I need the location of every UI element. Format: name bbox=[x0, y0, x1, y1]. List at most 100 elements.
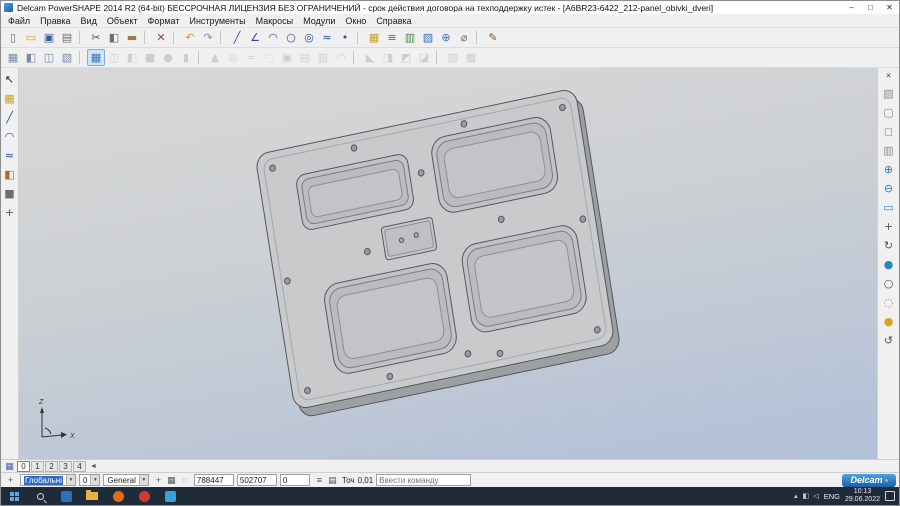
language-indicator[interactable]: ENG bbox=[824, 492, 840, 501]
refresh-view[interactable]: ↺ bbox=[881, 332, 897, 348]
taskbar-app-browser[interactable] bbox=[131, 487, 157, 505]
paste[interactable]: ▬ bbox=[123, 29, 141, 46]
surface-revolve[interactable]: ◫ bbox=[40, 49, 58, 66]
solid-revolve[interactable]: ◧ bbox=[123, 49, 141, 66]
item-list-toggle[interactable]: ≡ bbox=[313, 474, 326, 487]
cad-model[interactable] bbox=[255, 87, 621, 419]
select-tool[interactable]: ↖ bbox=[2, 71, 18, 87]
menu-item-4[interactable]: Формат bbox=[143, 16, 185, 26]
taskbar-app-firefox[interactable] bbox=[105, 487, 131, 505]
solid-cylinder[interactable]: ▮ bbox=[177, 49, 195, 66]
view-front[interactable]: ◻ bbox=[881, 123, 897, 139]
levels-tool[interactable]: ≡ bbox=[383, 29, 401, 46]
taskbar-app-explorer[interactable] bbox=[79, 487, 105, 505]
minimize-button[interactable]: – bbox=[842, 1, 861, 14]
maximize-button[interactable]: □ bbox=[861, 1, 880, 14]
dimension-tool[interactable]: + bbox=[2, 204, 18, 220]
solid-torus[interactable]: ◎ bbox=[224, 49, 242, 66]
workplane-tool[interactable]: ▦ bbox=[365, 29, 383, 46]
view-iso[interactable]: ▧ bbox=[881, 85, 897, 101]
surface-plane[interactable]: ▦ bbox=[4, 49, 22, 66]
zoom-in[interactable]: ⊕ bbox=[881, 161, 897, 177]
level-cell-3[interactable]: 3 bbox=[59, 461, 72, 472]
level-cell-4[interactable]: 4 bbox=[73, 461, 86, 472]
workplane-create-tool[interactable]: ▦ bbox=[2, 90, 18, 106]
y-coordinate-input[interactable] bbox=[237, 474, 277, 486]
line-tool[interactable]: ╱ bbox=[2, 109, 18, 125]
line-style-combo[interactable]: General ▾ bbox=[103, 474, 148, 486]
new-model[interactable]: ▯ bbox=[4, 29, 22, 46]
solid-cone[interactable]: ▲ bbox=[206, 49, 224, 66]
tray-network-icon[interactable]: ◧ bbox=[803, 492, 810, 500]
cursor-mode-icon[interactable]: + bbox=[4, 474, 17, 487]
clipboard-tool[interactable]: ▥ bbox=[401, 29, 419, 46]
solid-spring[interactable]: ≈ bbox=[242, 49, 260, 66]
morph-tool[interactable]: ▨ bbox=[444, 49, 462, 66]
level-cell-1[interactable]: 1 bbox=[31, 461, 44, 472]
tray-expand-icon[interactable]: ▴ bbox=[794, 492, 798, 500]
viewbar-close[interactable]: ✕ bbox=[881, 71, 897, 82]
surface-tool[interactable]: ◧ bbox=[2, 166, 18, 182]
rotate-view[interactable]: ↻ bbox=[881, 237, 897, 253]
menu-item-6[interactable]: Макросы bbox=[251, 16, 299, 26]
redo[interactable]: ↷ bbox=[199, 29, 217, 46]
undo[interactable]: ↶ bbox=[181, 29, 199, 46]
delete[interactable]: ✕ bbox=[152, 29, 170, 46]
save-model[interactable]: ▣ bbox=[40, 29, 58, 46]
menu-item-2[interactable]: Вид bbox=[76, 16, 102, 26]
solid-intersect[interactable]: ◪ bbox=[415, 49, 433, 66]
create-circle[interactable]: ○ bbox=[282, 29, 300, 46]
menu-item-3[interactable]: Объект bbox=[102, 16, 143, 26]
x-coordinate-input[interactable] bbox=[194, 474, 234, 486]
paint-tool[interactable]: ✎ bbox=[484, 29, 502, 46]
viewport-canvas[interactable]: Z X bbox=[19, 68, 877, 459]
catalogue-tool[interactable]: ▨ bbox=[419, 29, 437, 46]
command-input[interactable] bbox=[376, 474, 471, 486]
solid-tool[interactable]: ■ bbox=[2, 185, 18, 201]
create-polyline[interactable]: ∠ bbox=[246, 29, 264, 46]
levels-icon[interactable]: ▦ bbox=[3, 461, 16, 472]
headlight-toggle[interactable]: ● bbox=[881, 313, 897, 329]
cut[interactable]: ✂ bbox=[87, 29, 105, 46]
create-arc[interactable]: ◠ bbox=[264, 29, 282, 46]
copy[interactable]: ◧ bbox=[105, 29, 123, 46]
solid-sphere[interactable]: ● bbox=[159, 49, 177, 66]
feature-hole[interactable]: ◌ bbox=[260, 49, 278, 66]
surface-from-network[interactable]: ▧ bbox=[58, 49, 76, 66]
coord-system-combo[interactable]: Глобальні ▾ bbox=[20, 474, 76, 486]
create-line[interactable]: ╱ bbox=[228, 29, 246, 46]
solid-cut[interactable]: ◨ bbox=[379, 49, 397, 66]
hidden-line-view[interactable]: ◌ bbox=[881, 294, 897, 310]
grid-snap-toggle[interactable]: ▦ bbox=[165, 474, 178, 487]
start-button[interactable] bbox=[1, 487, 27, 505]
menu-item-1[interactable]: Правка bbox=[35, 16, 75, 26]
feature-fillet[interactable]: ◠ bbox=[332, 49, 350, 66]
shaded-view[interactable]: ● bbox=[881, 256, 897, 272]
smart-surfacer[interactable]: ▦ bbox=[87, 49, 105, 66]
zoom-box[interactable]: ▭ bbox=[881, 199, 897, 215]
menu-item-5[interactable]: Инструменты bbox=[184, 16, 250, 26]
taskbar-app-1[interactable] bbox=[53, 487, 79, 505]
taskbar-app-2[interactable] bbox=[157, 487, 183, 505]
curve-tool[interactable]: ≈ bbox=[2, 147, 18, 163]
open-model[interactable]: ▭ bbox=[22, 29, 40, 46]
solid-join[interactable]: ◩ bbox=[397, 49, 415, 66]
clock[interactable]: 10:13 29.06.2022 bbox=[845, 488, 880, 505]
menu-item-7[interactable]: Модули bbox=[298, 16, 340, 26]
feature-boss[interactable]: ▣ bbox=[278, 49, 296, 66]
wrap-tool[interactable]: ▩ bbox=[462, 49, 480, 66]
create-point[interactable]: • bbox=[336, 29, 354, 46]
level-cell-2[interactable]: 2 bbox=[45, 461, 58, 472]
solid-extrude[interactable]: ◫ bbox=[105, 49, 123, 66]
zoom-out[interactable]: ⊖ bbox=[881, 180, 897, 196]
search-button[interactable] bbox=[27, 487, 53, 505]
notification-center-icon[interactable] bbox=[885, 491, 895, 501]
feature-chamfer[interactable]: ◣ bbox=[361, 49, 379, 66]
z-coordinate-input[interactable] bbox=[280, 474, 310, 486]
menu-item-8[interactable]: Окно bbox=[340, 16, 371, 26]
wireframe-view[interactable]: ○ bbox=[881, 275, 897, 291]
close-button[interactable]: ✕ bbox=[880, 1, 899, 14]
view-right[interactable]: ▥ bbox=[881, 142, 897, 158]
view-top[interactable]: ▢ bbox=[881, 104, 897, 120]
feature-rib[interactable]: ▥ bbox=[314, 49, 332, 66]
